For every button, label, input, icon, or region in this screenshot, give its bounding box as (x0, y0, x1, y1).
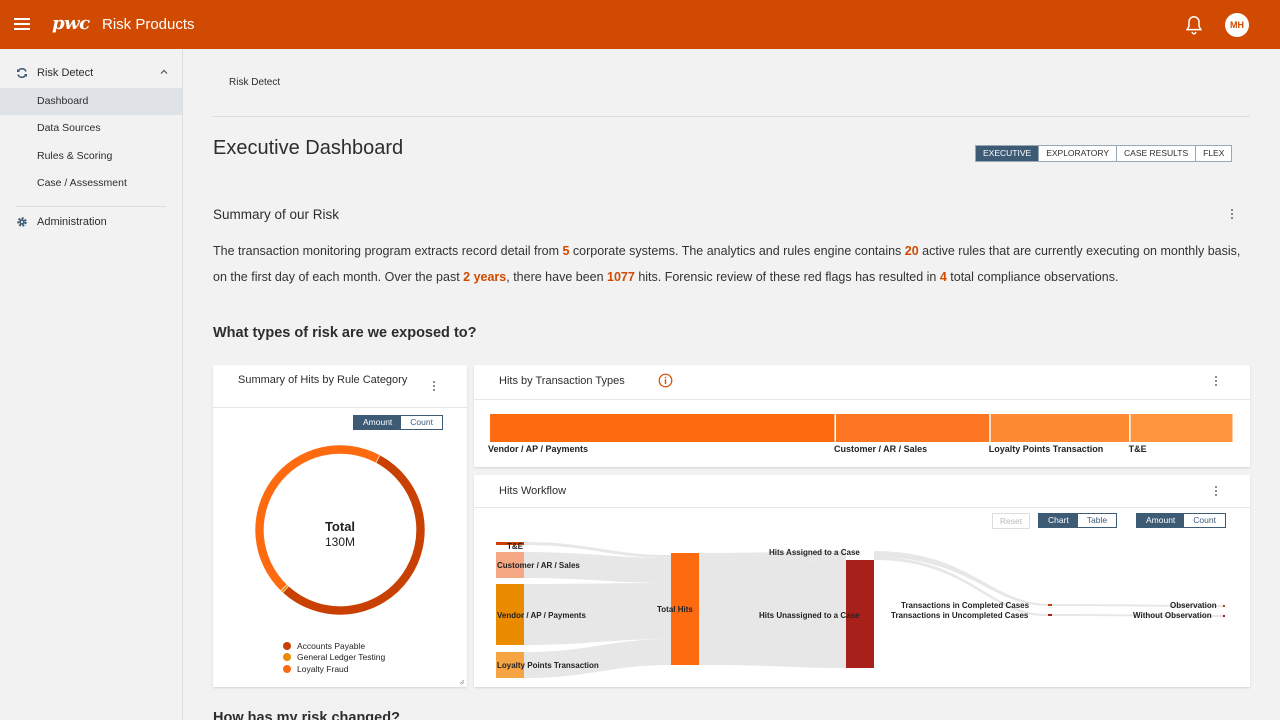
donut-slice[interactable] (254, 445, 381, 592)
legend-swatch (283, 641, 291, 650)
card-title: Hits Workflow (499, 485, 567, 497)
sankey-node-label: Transactions in Completed Cases (901, 601, 1030, 610)
pwc-logo[interactable]: pwc (52, 13, 90, 34)
legend-item[interactable]: General Ledger Testing (283, 652, 385, 664)
sidebar-item-case-assessment[interactable]: Case / Assessment (0, 170, 182, 197)
sankey-node-label: Without Observation (1133, 611, 1212, 620)
observation-count: 4 (939, 270, 947, 284)
tab-case-results[interactable]: CASE RESULTS (1116, 146, 1196, 161)
sidebar: Risk Detect Dashboard Data Sources Rules… (0, 49, 183, 720)
sankey-node[interactable] (1048, 604, 1052, 606)
bar-segment[interactable] (990, 414, 1130, 442)
summary-more-icon[interactable] (1229, 207, 1235, 221)
card-title: Summary of Hits by Rule Category (238, 374, 408, 386)
tab-exploratory[interactable]: EXPLORATORY (1038, 146, 1117, 161)
app-title[interactable]: Risk Products (102, 16, 195, 33)
sankey-node-label: Observation (1170, 601, 1217, 610)
amount-count-toggle: Amount Count (353, 415, 443, 430)
user-avatar[interactable]: MH (1225, 13, 1249, 37)
toggle-count[interactable]: Count (401, 416, 442, 429)
reset-button[interactable]: Reset (992, 513, 1030, 529)
sankey-node[interactable] (1223, 605, 1225, 607)
workflow-card-more-icon[interactable] (1213, 484, 1219, 498)
sankey-node-label: Loyalty Points Transaction (497, 661, 599, 670)
sidebar-divider (16, 206, 166, 207)
sankey-node-label: Total Hits (657, 605, 693, 614)
tab-executive[interactable]: EXECUTIVE (976, 146, 1039, 161)
sankey-link (524, 639, 671, 678)
sidebar-item-rules-scoring[interactable]: Rules & Scoring (0, 143, 182, 170)
card-divider (213, 407, 467, 408)
rule-count: 20 (904, 244, 919, 258)
sankey-chart (496, 542, 1225, 678)
refresh-icon (17, 67, 27, 79)
top-bar: pwc Risk Products MH (0, 0, 1280, 49)
sankey-node-label: Transactions in Uncompleted Cases (891, 611, 1029, 620)
chevron-up-icon[interactable] (160, 68, 168, 76)
summary-title: Summary of our Risk (213, 207, 340, 222)
gear-icon (17, 217, 27, 227)
sidebar-group-risk-detect[interactable]: Risk Detect (0, 60, 183, 86)
donut-total-label: Total (324, 519, 356, 534)
toggle-chart[interactable]: Chart (1039, 514, 1078, 527)
risk-change-heading: How has my risk changed? (213, 710, 400, 720)
period: 2 years (463, 270, 507, 284)
sankey-node-label: Hits Unassigned to a Case (759, 611, 860, 620)
sankey-node[interactable] (1048, 614, 1052, 616)
rule-card-more-icon[interactable] (431, 379, 437, 393)
bar-label: Vendor / AP / Payments (488, 444, 589, 454)
card-divider (474, 507, 1250, 508)
toggle-amount[interactable]: Amount (1137, 514, 1185, 527)
hit-count: 1077 (607, 270, 635, 284)
toggle-table[interactable]: Table (1077, 514, 1117, 527)
resize-handle-icon[interactable] (459, 679, 465, 685)
tx-card-more-icon[interactable] (1213, 374, 1219, 388)
view-tabs: EXECUTIVE EXPLORATORY CASE RESULTS FLEX (975, 145, 1233, 162)
page-title: Executive Dashboard (213, 137, 404, 159)
toggle-amount[interactable]: Amount (354, 416, 402, 429)
workflow-amount-count-toggle: Amount Count (1136, 513, 1226, 528)
donut-legend: Accounts Payable General Ledger Testing … (283, 640, 385, 675)
bar-label: Customer / AR / Sales (833, 444, 928, 454)
sidebar-group-label: Risk Detect (37, 67, 94, 79)
sankey-node-label: Customer / AR / Sales (497, 561, 580, 570)
donut-total-value: 130M (324, 535, 356, 549)
legend-swatch (283, 664, 291, 673)
card-title: Hits by Transaction Types (499, 375, 625, 387)
info-icon[interactable] (658, 373, 673, 388)
bar-label: Loyalty Points Transaction (988, 444, 1104, 454)
sidebar-group-label: Administration (37, 216, 107, 228)
legend-item[interactable]: Accounts Payable (283, 640, 385, 652)
tab-flex[interactable]: FLEX (1195, 146, 1232, 161)
bar-label: T&E (1128, 444, 1147, 454)
toggle-count[interactable]: Count (1184, 514, 1225, 527)
menu-icon[interactable] (14, 18, 30, 30)
bar-segment[interactable] (490, 414, 835, 442)
sankey-node-label: T&E (507, 542, 523, 551)
sidebar-item-dashboard[interactable]: Dashboard (0, 88, 182, 115)
bar-segment[interactable] (835, 414, 990, 442)
sankey-node[interactable] (1223, 615, 1225, 617)
breadcrumb[interactable]: Risk Detect (229, 77, 280, 88)
sankey-node-label: Vendor / AP / Payments (497, 611, 586, 620)
card-divider (474, 399, 1250, 400)
risk-types-heading: What types of risk are we exposed to? (213, 325, 477, 341)
bell-icon[interactable] (1183, 14, 1205, 36)
legend-item[interactable]: Loyalty Fraud (283, 663, 385, 675)
sidebar-group-administration[interactable]: Administration (0, 209, 183, 235)
sidebar-item-data-sources[interactable]: Data Sources (0, 115, 182, 142)
chart-table-toggle: Chart Table (1038, 513, 1118, 528)
breadcrumb-divider (213, 116, 1250, 117)
transaction-bar-chart (490, 414, 1233, 442)
sankey-node-label: Hits Assigned to a Case (769, 548, 860, 557)
summary-text: The transaction monitoring program extra… (213, 244, 1241, 284)
legend-swatch (283, 653, 291, 662)
bar-segment[interactable] (1130, 414, 1233, 442)
